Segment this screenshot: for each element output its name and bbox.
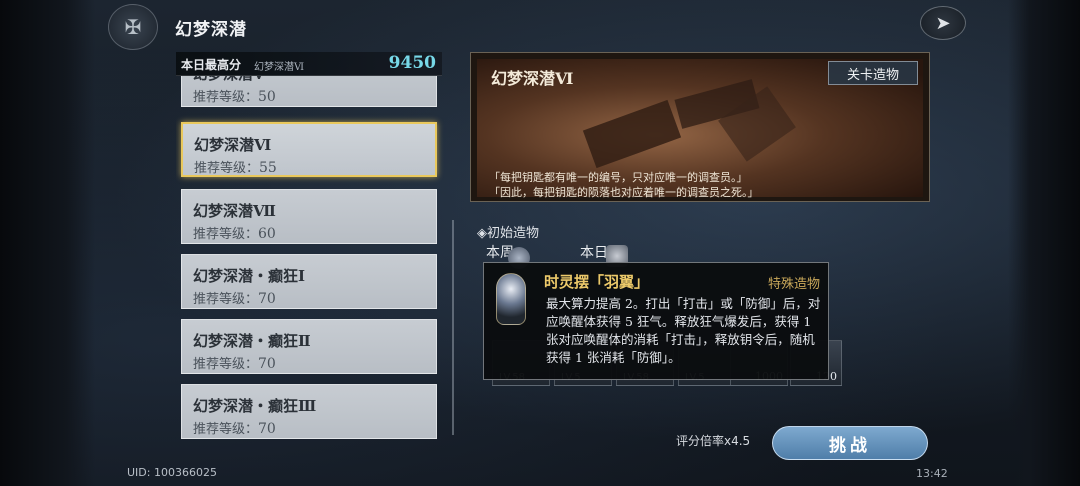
stage-artifacts-button[interactable]: 关卡造物 [828, 61, 918, 85]
score-multiplier: 评分倍率x4.5 [676, 434, 751, 448]
level-item-selected[interactable]: 幻梦深潜Ⅵ 推荐等级：55 [181, 122, 437, 177]
level-item[interactable]: 幻梦深潜・癫狂Ⅰ 推荐等级：70 [181, 254, 437, 309]
pendulum-icon [496, 273, 526, 325]
level-item[interactable]: 幻梦深潜Ⅴ 推荐等级：50 [181, 76, 437, 107]
challenge-button[interactable]: 挑战 [772, 426, 928, 460]
level-recommend: 推荐等级：70 [193, 418, 276, 437]
artwork-shape [582, 99, 682, 169]
level-recommend: 推荐等级：50 [193, 86, 276, 105]
level-recommend: 推荐等级：70 [193, 353, 276, 372]
lore-quote: 「因此，每把钥匙的陨落也对应着唯一的调查员之死。」 [489, 186, 759, 199]
recommend-value: 50 [258, 89, 276, 105]
right-shade [1008, 0, 1080, 486]
left-shade [0, 0, 95, 486]
compass-arrow-icon[interactable]: ➤ [920, 6, 966, 40]
level-recommend: 推荐等级：55 [194, 157, 277, 176]
level-name: 幻梦深潜・癫狂Ⅱ [193, 332, 311, 350]
recommend-value: 70 [258, 291, 276, 307]
scrollbar[interactable] [452, 220, 454, 435]
level-item[interactable]: 幻梦深潜Ⅶ 推荐等级：60 [181, 189, 437, 244]
artifact-type: 特殊造物 [767, 277, 820, 292]
recommend-label: 推荐等级： [193, 227, 259, 242]
best-score-label: 本日最高分 [181, 58, 242, 72]
level-name: 幻梦深潜Ⅴ [193, 76, 265, 84]
level-list[interactable]: 幻梦深潜Ⅴ 推荐等级：50 幻梦深潜Ⅵ 推荐等级：55 幻梦深潜Ⅶ 推荐等级：6… [176, 76, 444, 440]
artifact-name: 时灵摆「羽翼」 [544, 273, 650, 291]
best-score-bar: 本日最高分 幻梦深潜Ⅵ 9450 [176, 52, 442, 76]
level-name: 幻梦深潜・癫狂Ⅰ [193, 267, 306, 285]
best-score-value: 9450 [388, 53, 436, 73]
lore-quote: 「每把钥匙都有唯一的编号，只对应唯一的调查员。」 [489, 171, 748, 184]
initial-artifacts-title: ◈初始造物 [477, 226, 539, 241]
clock: 13:42 [916, 467, 948, 480]
recommend-value: 70 [258, 421, 276, 437]
user-id: UID: 100366025 [127, 466, 217, 479]
level-item[interactable]: 幻梦深潜・癫狂Ⅱ 推荐等级：70 [181, 319, 437, 374]
seal-icon: ✠ [108, 4, 158, 50]
recommend-value: 60 [258, 226, 276, 242]
artifact-tooltip: 时灵摆「羽翼」 特殊造物 最大算力提高 2。打出「打击」或「防御」后，对应唤醒体… [483, 262, 829, 380]
recommend-label: 推荐等级： [193, 357, 259, 372]
level-item[interactable]: 幻梦深潜・癫狂Ⅲ 推荐等级：70 [181, 384, 437, 439]
level-title: 幻梦深潜Ⅵ [491, 69, 574, 88]
level-name: 幻梦深潜・癫狂Ⅲ [193, 397, 317, 415]
page-title: 幻梦深潜 [175, 20, 247, 40]
recommend-label: 推荐等级： [193, 292, 259, 307]
recommend-label: 推荐等级： [194, 161, 260, 176]
artifact-description: 最大算力提高 2。打出「打击」或「防御」后，对应唤醒体获得 5 狂气。释放狂气爆… [546, 296, 821, 365]
daily-label: 本日 [580, 245, 608, 261]
level-name: 幻梦深潜Ⅶ [193, 202, 276, 220]
recommend-value: 70 [258, 356, 276, 372]
level-recommend: 推荐等级：70 [193, 288, 276, 307]
level-recommend: 推荐等级：60 [193, 223, 276, 242]
best-score-level: 幻梦深潜Ⅵ [254, 62, 305, 73]
recommend-value: 55 [259, 160, 277, 176]
level-name: 幻梦深潜Ⅵ [194, 136, 272, 154]
recommend-label: 推荐等级： [193, 422, 259, 437]
level-preview-panel: 幻梦深潜Ⅵ 关卡造物 「每把钥匙都有唯一的编号，只对应唯一的调查员。」 「因此，… [470, 52, 930, 202]
recommend-label: 推荐等级： [193, 90, 259, 105]
